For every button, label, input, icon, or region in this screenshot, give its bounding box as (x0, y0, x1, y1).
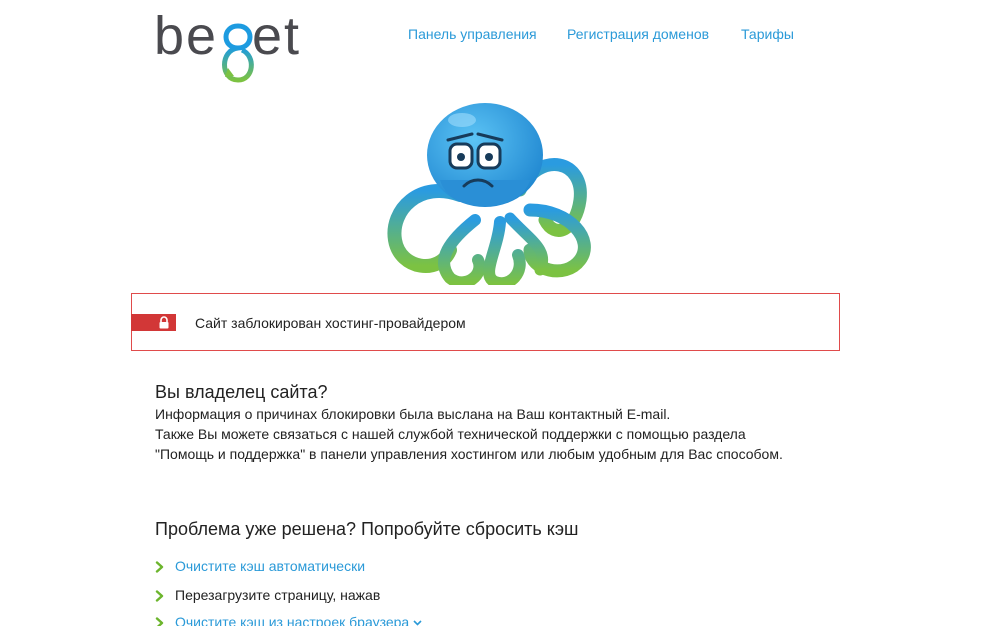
clear-cache-browser-label: Очистите кэш из настроек браузера (175, 614, 410, 626)
owner-text-line: Информация о причинах блокировки была вы… (155, 406, 671, 422)
owner-text-line: "Помощь и поддержка" в панели управления… (155, 446, 783, 462)
chevron-right-icon (155, 561, 164, 573)
lock-icon (159, 316, 169, 329)
svg-text:e: e (186, 6, 216, 66)
clear-cache-browser-link[interactable]: Очистите кэш из настроек браузера (175, 614, 422, 626)
chevron-right-icon (155, 617, 164, 626)
svg-text:e: e (252, 6, 282, 66)
svg-text:b: b (154, 6, 184, 66)
blocked-alert: Сайт заблокирован хостинг-провайдером (131, 293, 840, 351)
beget-logo[interactable]: b e e t (154, 6, 314, 86)
page: b e e t Панель управления Регистрация до… (0, 0, 1000, 626)
cache-heading: Проблема уже решена? Попробуйте сбросить… (155, 519, 579, 539)
nav-link-control-panel[interactable]: Панель управления (408, 26, 537, 42)
svg-text:t: t (284, 6, 299, 66)
clear-cache-auto-link[interactable]: Очистите кэш автоматически (175, 558, 365, 574)
reload-page-text: Перезагрузите страницу, нажав (175, 587, 381, 603)
chevron-right-icon (155, 590, 164, 602)
nav-link-domain-registration[interactable]: Регистрация доменов (567, 26, 709, 42)
owner-text-line: Также Вы можете связаться с нашей службо… (155, 426, 746, 442)
nav-link-tariffs[interactable]: Тарифы (741, 26, 794, 42)
chevron-down-icon (413, 620, 422, 626)
alert-flag (131, 314, 176, 331)
owner-heading: Вы владелец сайта? (155, 382, 328, 402)
alert-message: Сайт заблокирован хостинг-провайдером (195, 315, 466, 331)
sad-octopus-mascot (387, 103, 591, 285)
